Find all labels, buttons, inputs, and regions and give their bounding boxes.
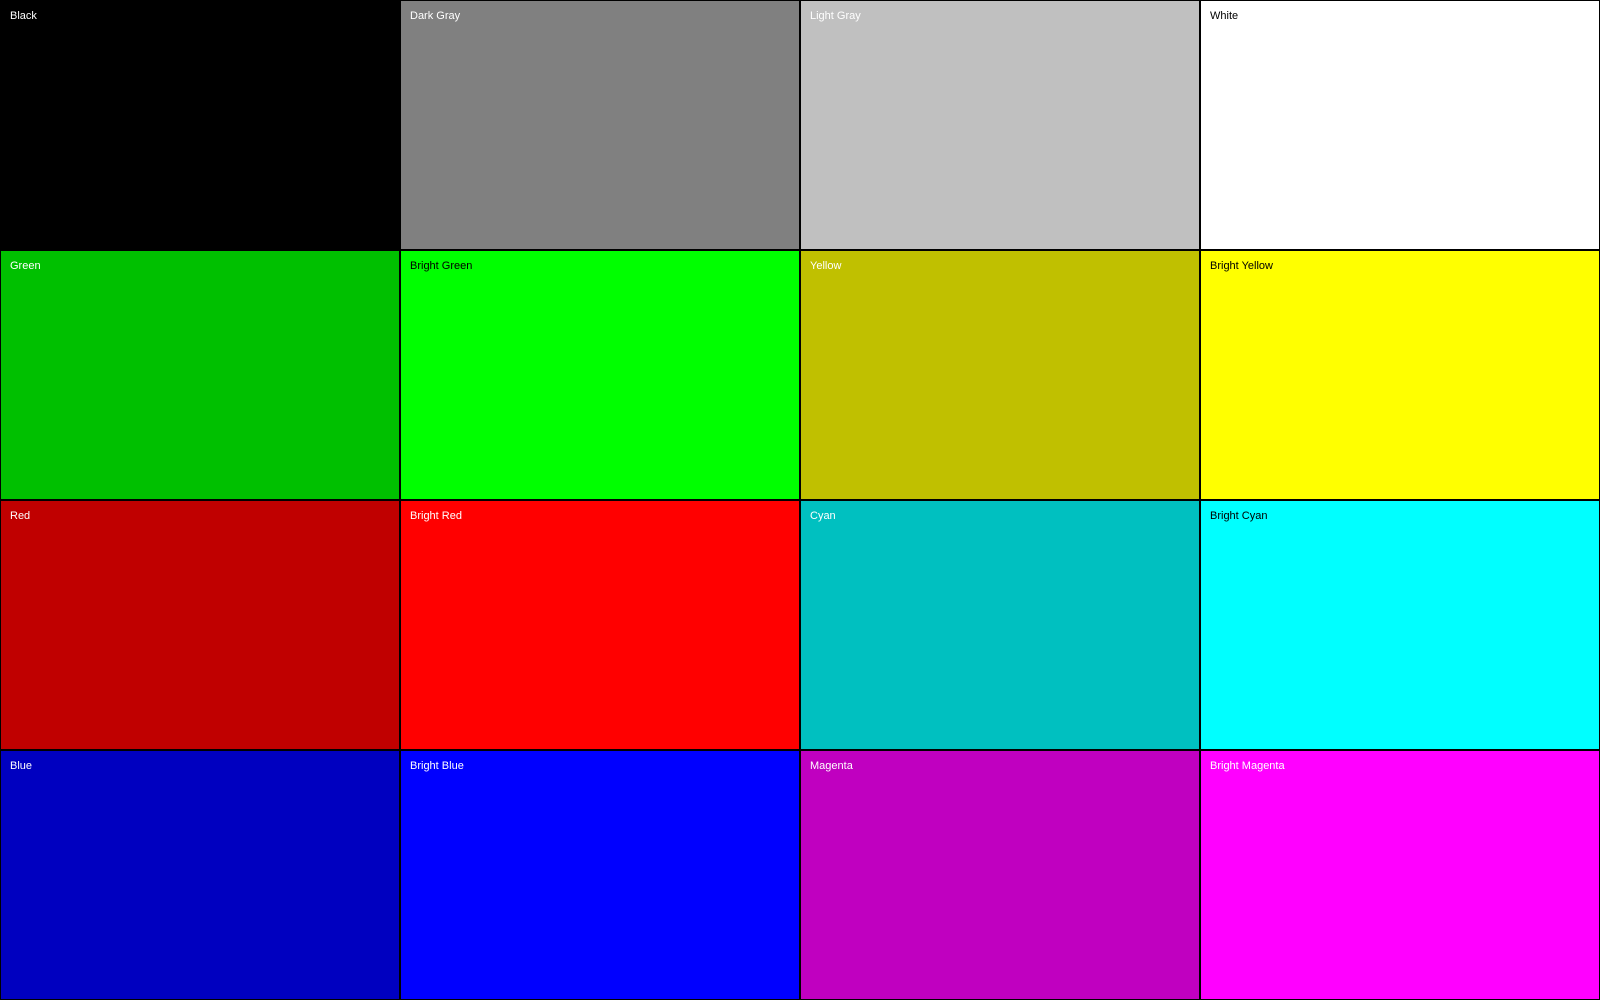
swatch-black[interactable]: Black [0,0,400,250]
swatch-white[interactable]: White [1200,0,1600,250]
swatch-yellow[interactable]: Yellow [800,250,1200,500]
swatch-label: Bright Cyan [1210,510,1268,522]
swatch-label: Bright Magenta [1210,760,1285,772]
swatch-label: Green [10,260,41,272]
swatch-cyan[interactable]: Cyan [800,500,1200,750]
swatch-bright-cyan[interactable]: Bright Cyan [1200,500,1600,750]
swatch-label: Yellow [810,260,842,272]
swatch-green[interactable]: Green [0,250,400,500]
swatch-label: Bright Yellow [1210,260,1273,272]
swatch-bright-green[interactable]: Bright Green [400,250,800,500]
swatch-blue[interactable]: Blue [0,750,400,1000]
swatch-label: Cyan [810,510,836,522]
swatch-magenta[interactable]: Magenta [800,750,1200,1000]
swatch-label: Bright Blue [410,760,464,772]
swatch-label: Bright Red [410,510,462,522]
swatch-label: Dark Gray [410,10,461,22]
swatch-bright-red[interactable]: Bright Red [400,500,800,750]
swatch-bright-blue[interactable]: Bright Blue [400,750,800,1000]
swatch-bright-magenta[interactable]: Bright Magenta [1200,750,1600,1000]
swatch-label: Black [10,10,37,22]
color-swatch-grid: Black Dark Gray Light Gray White Green Bright… [0,0,1600,1000]
swatch-label: Bright Green [410,260,473,272]
swatch-bright-yellow[interactable]: Bright Yellow [1200,250,1600,500]
swatch-red[interactable]: Red [0,500,400,750]
swatch-label: Red [10,510,31,522]
swatch-label: Blue [10,760,33,772]
swatch-dark-gray[interactable]: Dark Gray [400,0,800,250]
swatch-label: Light Gray [810,10,861,22]
swatch-light-gray[interactable]: Light Gray [800,0,1200,250]
swatch-label: Magenta [810,760,853,772]
swatch-label: White [1210,10,1239,22]
